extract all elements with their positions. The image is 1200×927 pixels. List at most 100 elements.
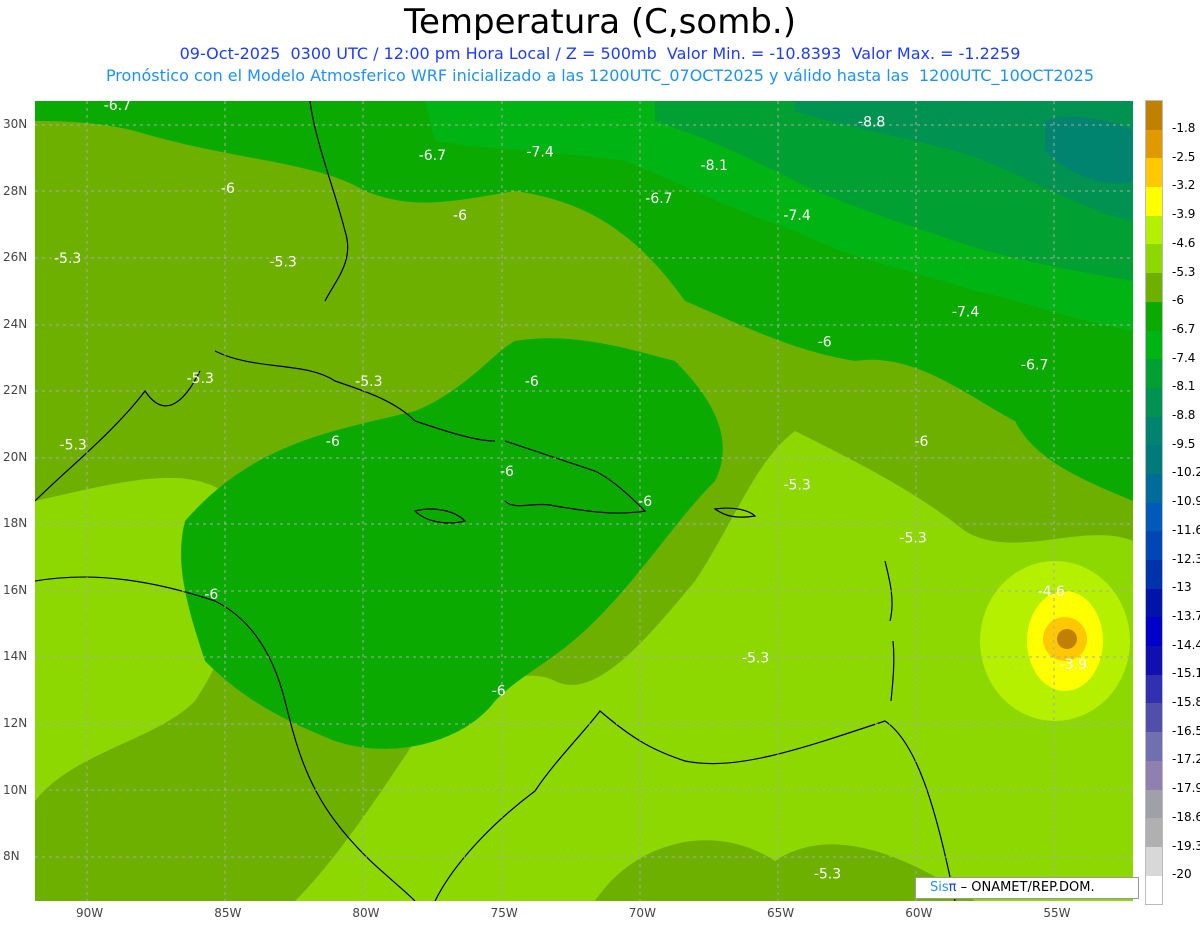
colorbar-bin <box>1146 560 1162 589</box>
contour-label: -3.9 <box>1060 657 1087 673</box>
contour-label: -6 <box>500 464 514 480</box>
colorbar-label: -18.6 <box>1172 809 1200 824</box>
colorbar <box>1145 100 1163 906</box>
lon-tick-label: 65W <box>767 906 795 920</box>
colorbar-bin <box>1146 330 1162 360</box>
contour-label: -6 <box>525 374 539 390</box>
colorbar-label: -12.3 <box>1172 551 1200 566</box>
contour-label: -5.3 <box>814 867 841 883</box>
contour-label: -5.3 <box>270 254 297 270</box>
temperature-map: -6.7 -8.8 -6.7 -7.4 -8.1 -6 -6.7 -6 -7.4 -5.3 -5.3… <box>35 101 1133 901</box>
subtitle-valid-time: 09-Oct-2025 0300 UTC / 12:00 pm Hora Loc… <box>179 44 1021 63</box>
contour-label: -6 <box>914 434 928 450</box>
colorbar-label: -13 <box>1172 580 1192 595</box>
colorbar-bin <box>1146 760 1162 790</box>
colorbar-bin <box>1146 158 1162 188</box>
colorbar-label: -7.4 <box>1172 350 1196 365</box>
colorbar-label: -10.2 <box>1172 465 1200 480</box>
lat-tick-label: 14N <box>3 649 28 664</box>
lat-tick-label: 20N <box>3 449 28 464</box>
contour-label: -6 <box>638 494 652 510</box>
lon-tick-label: 80W <box>352 906 380 920</box>
colorbar-label: -14.4 <box>1172 637 1200 652</box>
lon-tick-label: 55W <box>1043 906 1071 920</box>
contour-label: -6 <box>221 181 235 197</box>
contour-label: -4.6 <box>1038 584 1065 600</box>
colorbar-label: -6 <box>1172 293 1184 308</box>
contour-label: -6 <box>204 587 218 603</box>
contour-label: -6.7 <box>419 148 446 164</box>
colorbar-label: -8.8 <box>1172 408 1196 422</box>
colorbar-label: -17.2 <box>1172 752 1200 767</box>
contour-label: -6 <box>492 684 506 700</box>
colorbar-bin <box>1146 359 1162 388</box>
contour-label: -5.3 <box>783 477 810 493</box>
colorbar-label: -6.7 <box>1172 321 1196 336</box>
contour-label: -5.3 <box>355 374 382 390</box>
colorbar-bin <box>1146 101 1162 130</box>
colorbar-label: -10.9 <box>1172 494 1200 509</box>
colorbar-bin <box>1146 617 1162 647</box>
colorbar-bin <box>1146 646 1162 675</box>
contour-label: -7.4 <box>526 145 553 161</box>
contour-label: -8.8 <box>858 115 885 131</box>
warm-spot-core <box>1057 629 1077 649</box>
lat-tick-label: 24N <box>3 316 28 331</box>
colorbar-label: -5.3 <box>1172 264 1196 279</box>
lat-tick-label: 26N <box>3 250 28 265</box>
lat-tick-label: 18N <box>3 516 28 531</box>
contour-label: -5.3 <box>60 437 87 453</box>
lon-tick-label: 90W <box>76 906 104 920</box>
contour-label: -5.3 <box>742 650 769 666</box>
contour-label: -6 <box>818 334 832 350</box>
credit-text: – ONAMET/REP.DOM. <box>960 880 1095 895</box>
colorbar-bin <box>1146 244 1162 274</box>
colorbar-label: -8.1 <box>1172 379 1196 394</box>
contour-label: -8.1 <box>701 158 728 174</box>
colorbar-bin <box>1146 445 1162 474</box>
sispi-pi: π <box>948 880 957 895</box>
colorbar-label: -13.7 <box>1172 608 1200 623</box>
colorbar-bin <box>1146 674 1162 704</box>
colorbar-label: -19.3 <box>1172 838 1200 853</box>
credit-box: Sisπ – ONAMET/REP.DOM. <box>915 877 1139 899</box>
colorbar-bin <box>1146 187 1162 216</box>
colorbar-label: -17.9 <box>1172 781 1200 796</box>
colorbar-label: -15.1 <box>1172 666 1200 681</box>
colorbar-bin <box>1146 502 1162 532</box>
colorbar-bin <box>1146 387 1162 417</box>
colorbar-bin <box>1146 789 1162 819</box>
colorbar-bin <box>1146 846 1162 876</box>
colorbar-bin <box>1146 588 1162 618</box>
colorbar-bin <box>1146 732 1162 761</box>
colorbar-label: -2.5 <box>1172 149 1196 164</box>
colorbar-bin <box>1146 473 1162 503</box>
lon-tick-label: 60W <box>905 906 933 920</box>
contour-label: -6 <box>326 434 340 450</box>
colorbar-bin <box>1146 531 1162 560</box>
colorbar-bin <box>1146 818 1162 847</box>
lat-tick-label: 30N <box>3 117 28 131</box>
subtitle-model-info: Pronóstico con el Modelo Atmosferico WRF… <box>105 66 1095 85</box>
colorbar-bin <box>1146 703 1162 733</box>
colorbar-bin <box>1146 875 1162 905</box>
colorbar-bin <box>1146 215 1162 245</box>
colorbar-bin <box>1146 301 1162 331</box>
lat-tick-label: 28N <box>3 183 28 198</box>
lat-tick-label: 12N <box>3 715 28 730</box>
contour-label: -7.4 <box>952 304 979 320</box>
colorbar-label: -16.5 <box>1172 723 1200 738</box>
contour-label: -6.7 <box>1021 358 1048 374</box>
contour-label: -6.7 <box>645 191 672 207</box>
lat-tick-label: 8N <box>3 849 20 864</box>
colorbar-label: -15.8 <box>1172 695 1200 709</box>
colorbar-label: -3.2 <box>1172 178 1196 193</box>
lat-tick-label: 22N <box>3 383 28 398</box>
contour-label: -5.3 <box>899 531 926 547</box>
contour-label: -5.3 <box>54 251 81 267</box>
colorbar-bin <box>1146 416 1162 446</box>
lon-tick-label: 70W <box>628 906 656 920</box>
colorbar-bin <box>1146 129 1162 159</box>
contour-label: -6 <box>453 208 467 224</box>
contour-label: -5.3 <box>187 371 214 387</box>
